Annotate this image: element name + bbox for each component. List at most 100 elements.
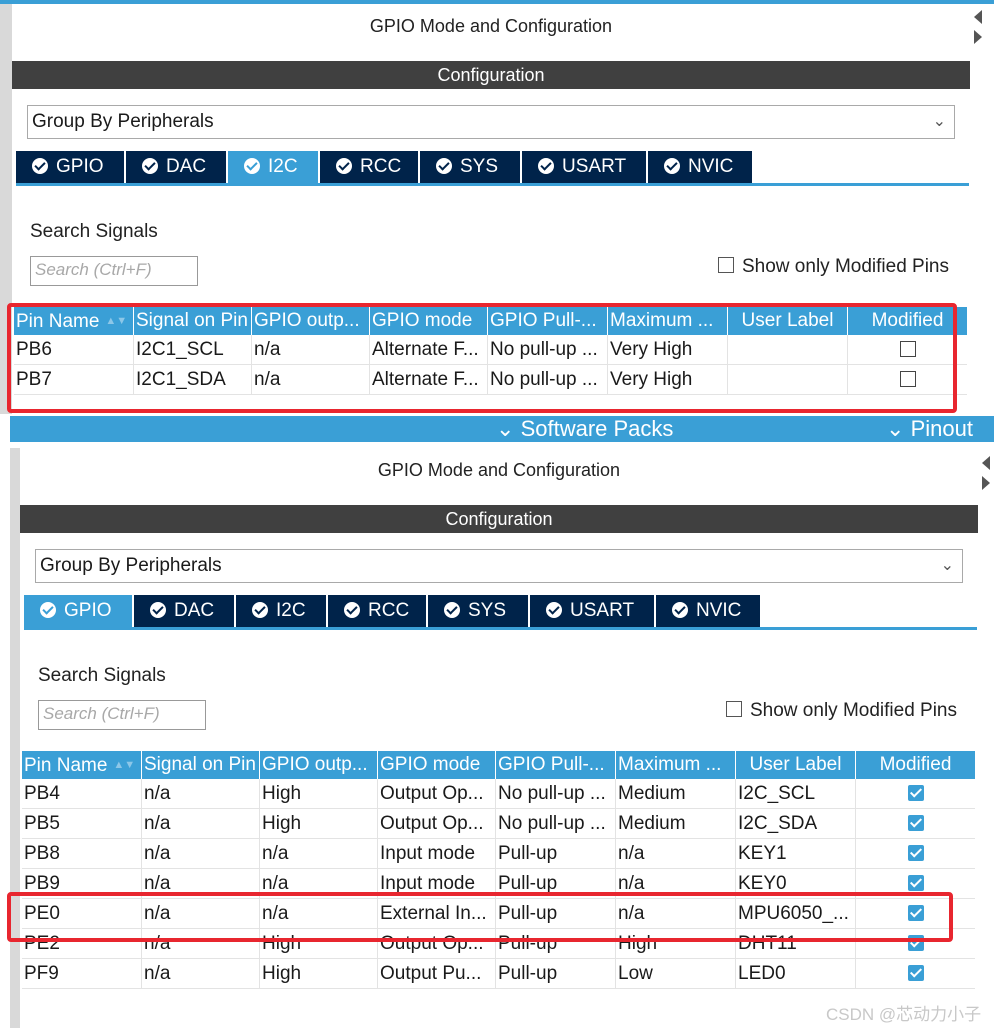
cell-gpio-pull: No pull-up ... [496,779,616,808]
col-gpio-mode[interactable]: GPIO mode [378,751,496,779]
cell-gpio-output: n/a [260,839,378,868]
col-pin-name[interactable]: Pin Name ▲▼ [14,307,134,335]
col-user-label[interactable]: User Label [728,307,848,335]
cell-gpio-pull: Pull-up [496,899,616,928]
cell-signal: n/a [142,809,260,838]
panel-title: GPIO Mode and Configuration [369,16,613,36]
modified-checkbox[interactable] [908,935,924,951]
col-modified[interactable]: Modified [848,307,967,335]
col-signal[interactable]: Signal on Pin [134,307,252,335]
col-signal[interactable]: Signal on Pin [142,751,260,779]
col-gpio-mode[interactable]: GPIO mode [370,307,488,335]
sort-icon[interactable]: ▲▼ [105,307,127,335]
table-header: Pin Name ▲▼ Signal on Pin GPIO outp... GP… [22,751,975,779]
tab-nvic[interactable]: NVIC [656,595,760,627]
tab-dac[interactable]: DAC [134,595,236,627]
checkbox-icon[interactable] [726,701,742,717]
configuration-bar: Configuration [20,505,978,533]
panel-title: GPIO Mode and Configuration [377,460,621,480]
table-row[interactable]: PB7 I2C1_SDA n/a Alternate F... No pull-up .… [14,365,967,395]
col-gpio-output[interactable]: GPIO outp... [252,307,370,335]
cell-maximum: Medium [616,809,736,838]
cell-pin-name: PB9 [22,869,142,898]
cell-gpio-output: High [260,779,378,808]
scroll-right-icon[interactable] [982,476,990,490]
check-circle-icon [444,602,460,618]
scroll-left-icon[interactable] [974,10,982,24]
modified-checkbox[interactable] [908,785,924,801]
show-modified-checkbox[interactable]: Show only Modified Pins [726,700,957,722]
table-row[interactable]: PB9 n/a n/a Input mode Pull-up n/a KEY0 [22,869,975,899]
modified-checkbox[interactable] [900,341,916,357]
sort-icon[interactable]: ▲▼ [113,751,135,779]
tab-sys[interactable]: SYS [420,151,522,183]
cell-pin-name: PF9 [22,959,142,988]
cell-user-label: LED0 [736,959,856,988]
cell-modified [848,365,967,394]
cell-gpio-output: n/a [252,335,370,364]
search-input[interactable]: Search (Ctrl+F) [38,700,206,730]
table-row[interactable]: PB8 n/a n/a Input mode Pull-up n/a KEY1 [22,839,975,869]
checkbox-icon[interactable] [718,257,734,273]
tab-gpio[interactable]: GPIO [16,151,126,183]
cell-gpio-mode: Alternate F... [370,365,488,394]
col-gpio-pull[interactable]: GPIO Pull-... [496,751,616,779]
pinout-link[interactable]: ⌄ Pinout [886,416,973,442]
col-pin-name[interactable]: Pin Name ▲▼ [22,751,142,779]
cell-gpio-pull: No pull-up ... [488,335,608,364]
modified-checkbox[interactable] [908,875,924,891]
group-by-select[interactable]: Group By Peripherals ⌄ [35,549,963,583]
tab-gpio[interactable]: GPIO [24,595,134,627]
check-circle-icon [538,158,554,174]
configuration-bar: Configuration [12,61,970,89]
tab-usart[interactable]: USART [522,151,648,183]
tab-i2c[interactable]: I2C [228,151,320,183]
col-maximum[interactable]: Maximum ... [616,751,736,779]
cell-signal: n/a [142,899,260,928]
col-maximum[interactable]: Maximum ... [608,307,728,335]
table-row[interactable]: PB4 n/a High Output Op... No pull-up ... Medi… [22,779,975,809]
cell-user-label: I2C_SCL [736,779,856,808]
cell-gpio-mode: Output Op... [378,809,496,838]
tab-sys[interactable]: SYS [428,595,530,627]
col-user-label[interactable]: User Label [736,751,856,779]
scroll-left-icon[interactable] [982,456,990,470]
group-by-select[interactable]: Group By Peripherals ⌄ [27,105,955,139]
cell-maximum: Very High [608,335,728,364]
cell-user-label: I2C_SDA [736,809,856,838]
tab-nvic[interactable]: NVIC [648,151,752,183]
modified-checkbox[interactable] [908,845,924,861]
software-packs-link[interactable]: ⌄ Software Packs [496,416,673,442]
col-gpio-pull[interactable]: GPIO Pull-... [488,307,608,335]
chevron-down-icon[interactable]: ⌄ [941,550,954,582]
col-gpio-output[interactable]: GPIO outp... [260,751,378,779]
tab-usart[interactable]: USART [530,595,656,627]
show-modified-checkbox[interactable]: Show only Modified Pins [718,256,949,278]
cell-maximum: Medium [616,779,736,808]
col-modified[interactable]: Modified [856,751,975,779]
tab-i2c[interactable]: I2C [236,595,328,627]
tab-dac[interactable]: DAC [126,151,228,183]
table-row[interactable]: PE2 n/a High Output Op... Pull-up High DHT11 [22,929,975,959]
cell-modified [856,809,975,838]
table-row[interactable]: PB5 n/a High Output Op... No pull-up ... Medi… [22,809,975,839]
cell-gpio-pull: No pull-up ... [496,809,616,838]
modified-checkbox[interactable] [900,371,916,387]
modified-checkbox[interactable] [908,965,924,981]
table-row[interactable]: PF9 n/a High Output Pu... Pull-up Low LED0 [22,959,975,989]
scroll-right-icon[interactable] [974,30,982,44]
table-row[interactable]: PB6 I2C1_SCL n/a Alternate F... No pull-up .… [14,335,967,365]
cell-signal: n/a [142,839,260,868]
check-circle-icon [142,158,158,174]
tab-rcc[interactable]: RCC [328,595,428,627]
chevron-down-icon[interactable]: ⌄ [933,106,946,138]
tab-rcc[interactable]: RCC [320,151,420,183]
modified-checkbox[interactable] [908,815,924,831]
cell-gpio-mode: Input mode [378,869,496,898]
group-by-value: Group By Peripherals [40,555,222,576]
cell-gpio-output: High [260,929,378,958]
table-row[interactable]: PE0 n/a n/a External In... Pull-up n/a MPU6050… [22,899,975,929]
cell-gpio-output: n/a [252,365,370,394]
search-input[interactable]: Search (Ctrl+F) [30,256,198,286]
modified-checkbox[interactable] [908,905,924,921]
